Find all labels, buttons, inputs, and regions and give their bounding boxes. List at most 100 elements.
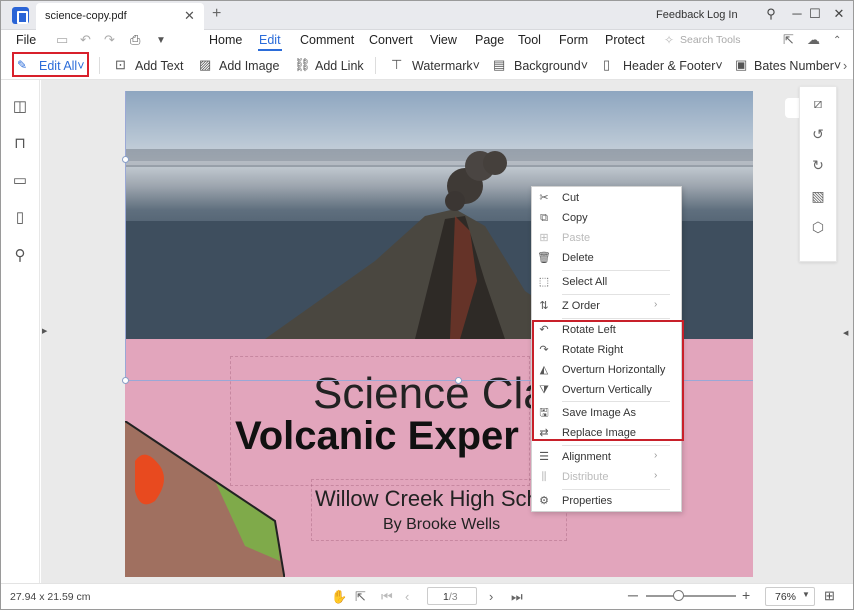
chevron-down-icon: ˅ [833,59,842,73]
fit-page-icon[interactable]: ⊞ [824,588,835,604]
menu-home[interactable]: Home [209,33,242,47]
author-name[interactable]: By Brooke Wells [383,516,500,534]
menu-divider [562,489,670,490]
edit-all-button[interactable]: Edit All˅ [39,59,85,73]
zoom-in-button[interactable]: + [742,587,750,603]
zoom-slider[interactable] [646,595,736,597]
ctx-label: Z Order [562,300,600,312]
extract-image-icon[interactable]: ▧ [800,188,836,205]
search-tools-input[interactable]: Search Tools [680,34,741,46]
menu-divider [562,318,670,319]
ctx-label: Copy [562,212,588,224]
edit-all-icon: ✎ [17,58,28,72]
background-button[interactable]: Background˅ [514,59,588,73]
close-tab-icon[interactable]: ✕ [184,8,195,24]
left-sidebar [0,80,40,583]
menu-edit[interactable]: Edit [259,33,281,47]
edit-all-label: Edit All [39,59,78,73]
ctx-distribute[interactable]: ⫼ Distribute › [532,467,681,487]
maximize-button[interactable]: ☐ [803,4,827,24]
bates-number-icon: ▣ [735,57,748,72]
ctx-properties[interactable]: ⚙ Properties [532,491,681,511]
header-footer-label: Header & Footer [623,59,716,73]
select-tool-icon[interactable]: ⇱ [355,589,366,605]
ctx-label: Distribute [562,471,609,483]
menu-tool[interactable]: Tool [518,33,541,47]
attachment-icon[interactable]: ▯ [11,208,29,226]
redo-icon[interactable]: ↷ [104,32,115,48]
chevron-down-icon: ˅ [77,59,85,73]
ctx-label: Delete [562,252,594,264]
feedback-link[interactable]: Feedback [656,9,704,21]
save-icon[interactable]: ▭ [56,32,68,48]
bookmark-icon[interactable]: ⊓ [11,134,29,152]
toolbar-more-icon[interactable]: › [843,59,847,73]
replace-image-icon[interactable]: ⬡ [800,219,836,236]
title-line-2[interactable]: Volcanic Exper [235,414,519,459]
expand-sidebar-icon[interactable]: ▶ [42,327,47,335]
menu-protect[interactable]: Protect [605,33,645,47]
ctx-delete[interactable]: 🗑 Delete [532,248,681,268]
zoom-out-button[interactable]: ─ [628,587,638,603]
page-size-readout: 27.94 x 21.59 cm [10,591,91,603]
ctx-label: Paste [562,232,591,244]
bates-number-button[interactable]: Bates Number˅ [754,59,841,73]
login-link[interactable]: Log In [707,9,738,21]
chevron-down-icon: ▼ [802,590,810,599]
close-window-button[interactable]: ✕ [827,4,851,24]
collapse-ribbon-icon[interactable]: ⌃ [833,35,841,46]
document-tab[interactable]: science-copy.pdf ✕ [36,3,204,30]
first-page-icon[interactable]: ⏮ [381,589,393,605]
thumbnails-icon[interactable]: ◫ [11,97,29,115]
ctx-z-order[interactable]: ⇅ Z Order › [532,296,681,316]
next-page-icon[interactable]: › [489,589,493,604]
menu-convert[interactable]: Convert [369,33,413,47]
menu-page[interactable]: Page [475,33,504,47]
menu-view[interactable]: View [430,33,457,47]
chevron-down-icon: ˅ [472,59,480,73]
share-icon[interactable]: ⇱ [783,32,794,48]
chevron-down-icon: ˅ [580,59,589,73]
copy-icon: ⧉ [540,212,548,224]
ctx-paste[interactable]: ⊞ Paste [532,228,681,248]
add-image-button[interactable]: Add Image [219,59,279,73]
last-page-icon[interactable]: ⏭ [511,589,523,605]
ctx-label: Cut [562,192,580,204]
select-all-icon: ⬚ [538,276,550,288]
quick-access-dropdown-icon[interactable]: ▼ [156,35,166,46]
ctx-alignment[interactable]: ☰ Alignment › [532,447,681,467]
crop-icon[interactable]: ⧄ [800,95,836,112]
pin-icon[interactable]: ⚲ [759,4,783,24]
menu-file[interactable]: File [16,33,36,47]
title-line-1[interactable]: Science Cla [313,369,548,419]
menu-form[interactable]: Form [559,33,588,47]
add-link-button[interactable]: Add Link [315,59,364,73]
hand-tool-icon[interactable]: ✋ [331,589,347,605]
zoom-slider-handle[interactable] [673,590,684,601]
background-icon: ▤ [493,57,506,72]
rotate-left-icon[interactable]: ↺ [800,126,836,143]
new-tab-button[interactable]: + [212,5,221,23]
undo-icon[interactable]: ↶ [80,32,91,48]
search-icon[interactable]: ⚲ [11,246,29,264]
watermark-button[interactable]: Watermark˅ [412,59,480,73]
watermark-icon: ⊤ [391,57,403,72]
cloud-upload-icon[interactable]: ☁ [807,32,820,48]
menu-comment[interactable]: Comment [300,33,354,47]
print-icon[interactable]: ⎙ [130,32,140,48]
resize-handle[interactable] [455,377,462,384]
comment-icon[interactable]: ▭ [11,171,29,189]
add-text-icon: ⊡ [115,57,126,72]
resize-handle[interactable] [122,156,129,163]
rotate-right-icon[interactable]: ↻ [800,157,836,174]
ctx-cut[interactable]: ✂ Cut [532,188,681,208]
ctx-copy[interactable]: ⧉ Copy [532,208,681,228]
add-text-button[interactable]: Add Text [135,59,183,73]
previous-page-icon[interactable]: ‹ [405,589,409,604]
collapse-right-panel-icon[interactable]: ◀ [843,329,848,337]
header-footer-button[interactable]: Header & Footer˅ [623,59,723,73]
resize-handle[interactable] [122,377,129,384]
chevron-right-icon: › [654,470,658,481]
school-name[interactable]: Willow Creek High Sch [315,486,539,512]
ctx-select-all[interactable]: ⬚ Select All [532,272,681,292]
